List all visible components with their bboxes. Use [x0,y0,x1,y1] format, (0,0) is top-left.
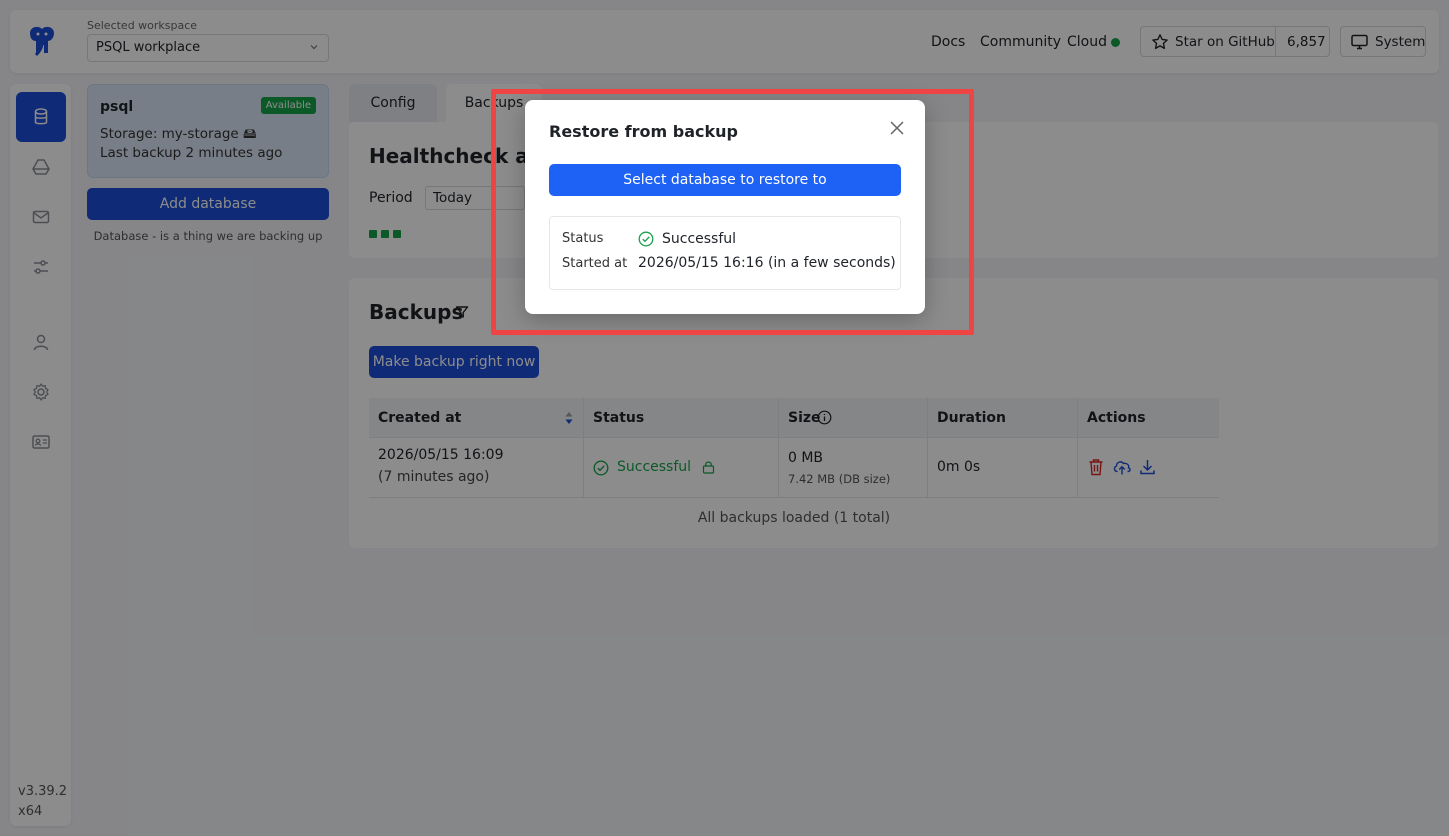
modal-title: Restore from backup [549,122,738,141]
close-icon[interactable] [889,120,905,136]
status-label: Status [562,231,604,246]
started-value: 2026/05/15 16:16 (in a few seconds) [638,255,896,271]
restore-info: Status Successful Started at 2026/05/15 … [549,216,901,290]
check-circle-icon [638,231,654,247]
select-database-button[interactable]: Select database to restore to [549,164,901,196]
started-label: Started at [562,256,628,271]
restore-modal: Restore from backup Select database to r… [525,100,925,314]
status-value: Successful [662,231,737,247]
